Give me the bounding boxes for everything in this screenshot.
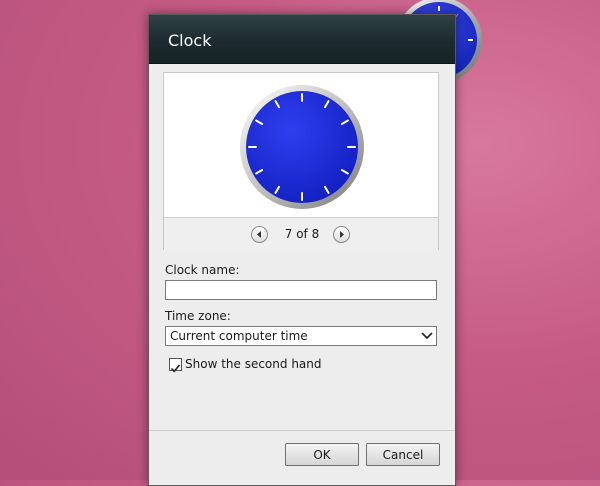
clock-name-input[interactable] <box>165 280 437 300</box>
dropdown-arrow-icon <box>421 332 433 340</box>
dialog-titlebar: Clock <box>149 15 455 64</box>
footer-divider <box>149 430 455 431</box>
cancel-button[interactable]: Cancel <box>366 443 440 466</box>
clock-name-label: Clock name: <box>165 263 240 277</box>
previous-clock-button[interactable] <box>251 226 268 243</box>
clock-preview-icon <box>240 85 364 209</box>
dialog-title: Clock <box>168 31 212 50</box>
time-zone-select[interactable]: Current computer time <box>165 326 437 346</box>
clock-settings-dialog: Clock 7 of 8 Clock name: Time zone: Curr… <box>148 14 456 486</box>
chevron-left-icon <box>257 231 261 238</box>
checkmark-icon <box>170 364 181 373</box>
pager-text: 7 of 8 <box>284 227 320 241</box>
next-clock-button[interactable] <box>333 226 350 243</box>
chevron-right-icon <box>340 231 344 238</box>
pager-bar: 7 of 8 <box>164 217 438 250</box>
ok-button[interactable]: OK <box>285 443 359 466</box>
second-hand-checkbox[interactable] <box>169 358 182 373</box>
second-hand-label: Show the second hand <box>185 357 322 371</box>
time-zone-value: Current computer time <box>170 329 308 343</box>
time-zone-label: Time zone: <box>165 309 231 323</box>
clock-preview-pane: 7 of 8 <box>163 72 439 250</box>
